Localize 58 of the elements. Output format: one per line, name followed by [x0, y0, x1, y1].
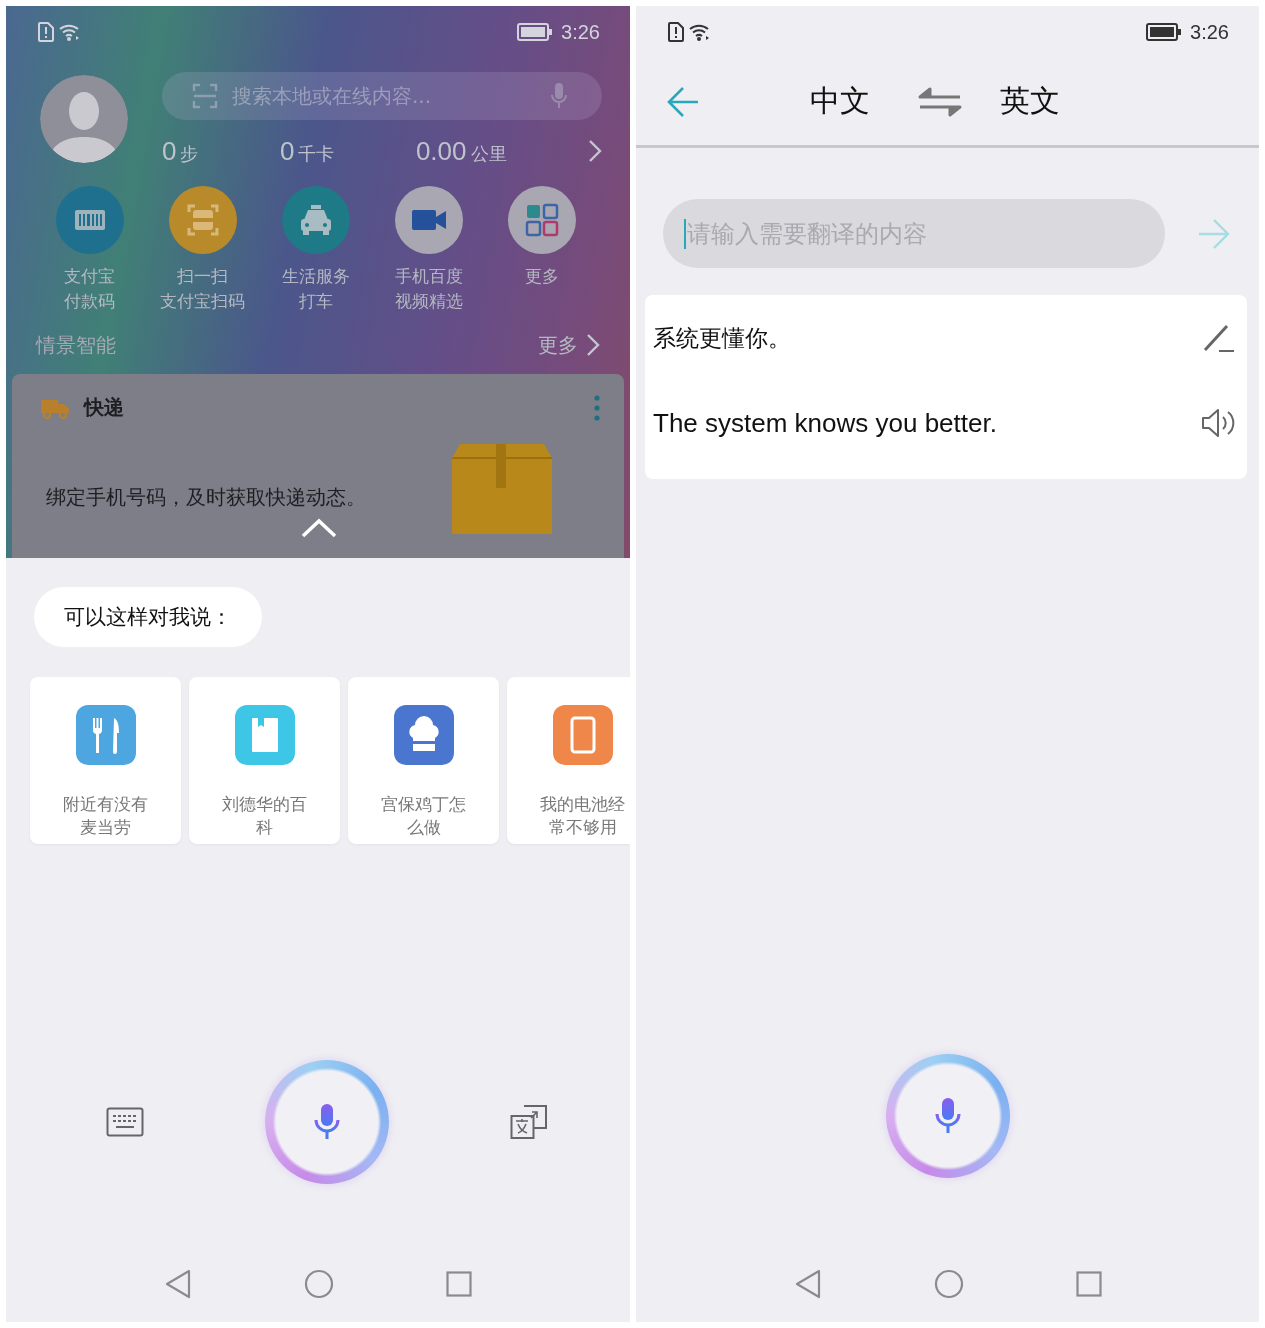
source-language-button[interactable]: 中文 [810, 81, 870, 122]
shortcut-button[interactable]: 手机百度 视频精选 [372, 186, 485, 314]
chevron-right-icon [586, 333, 600, 357]
target-language-button[interactable]: 英文 [1000, 81, 1060, 122]
battery-icon [1146, 23, 1183, 41]
recent-apps-icon[interactable] [1075, 1271, 1102, 1297]
suggestion-card[interactable]: 宫保鸡丁怎 么做 [348, 677, 499, 844]
back-arrow-icon[interactable] [666, 85, 700, 118]
translate-icon[interactable] [510, 1104, 548, 1140]
section-title: 情景智能 [36, 331, 116, 359]
swap-arrows-icon[interactable] [918, 86, 962, 117]
card-message: 绑定手机号码，及时获取快递动态。 [46, 484, 366, 511]
keyboard-icon[interactable] [106, 1107, 144, 1137]
sim-card-icon [38, 22, 54, 42]
edit-pencil-icon[interactable] [1201, 322, 1235, 354]
scan-icon[interactable] [192, 83, 218, 109]
home-nav-icon[interactable] [304, 1269, 334, 1299]
shortcut-button[interactable]: 更多 [485, 186, 598, 314]
home-nav-icon[interactable] [933, 1269, 964, 1299]
suggestion-card[interactable]: 我的电池经 常不够用 [507, 677, 630, 844]
phone-icon [552, 705, 613, 765]
apps-grid-icon [507, 186, 576, 254]
back-nav-icon[interactable] [164, 1269, 192, 1299]
chef-hat-icon [393, 705, 454, 765]
suggestion-card[interactable]: 刘德华的百 科 [189, 677, 340, 844]
shortcut-button[interactable]: 扫一扫 支付宝扫码 [146, 186, 259, 314]
chevron-up-icon[interactable] [301, 518, 337, 538]
microphone-icon [312, 1102, 342, 1142]
package-icon [452, 442, 552, 534]
car-icon [281, 186, 350, 254]
microphone-icon[interactable] [550, 82, 568, 110]
book-icon [234, 705, 295, 765]
stat-reading: 0.00 公里 [415, 135, 507, 167]
clock-time: 3:26 [1190, 20, 1229, 44]
recent-apps-icon[interactable] [446, 1271, 472, 1297]
delivery-card[interactable]: 快递 绑定手机号码，及时获取快递动态。 [12, 374, 624, 558]
more-link[interactable]: 更多 [538, 331, 600, 359]
battery-icon [517, 23, 554, 41]
shortcut-button[interactable]: 支付宝 付款码 [33, 186, 146, 314]
shortcut-button[interactable]: 生活服务 打车 [259, 186, 372, 314]
sim-card-icon [668, 22, 684, 42]
source-text: 系统更懂你。 [653, 323, 792, 353]
scan-icon [168, 186, 237, 254]
text-cursor [684, 219, 686, 249]
barcode-icon [55, 186, 124, 254]
translation-text: The system knows you better. [653, 407, 998, 439]
card-title: 快递 [84, 394, 125, 421]
fork-knife-icon [75, 705, 136, 765]
clock-time: 3:26 [561, 20, 600, 44]
stat-reading: 0 步 [162, 135, 199, 167]
suggestion-card[interactable]: 附近有没有 麦当劳 [30, 677, 181, 844]
chevron-right-icon[interactable] [588, 139, 602, 163]
hint-bubble: 可以这样对我说： [34, 587, 262, 647]
speaker-icon[interactable] [1201, 408, 1237, 438]
avatar-icon[interactable] [40, 75, 128, 163]
video-camera-icon [394, 186, 463, 254]
back-nav-icon[interactable] [793, 1269, 822, 1299]
stat-reading: 0 千卡 [279, 135, 335, 167]
